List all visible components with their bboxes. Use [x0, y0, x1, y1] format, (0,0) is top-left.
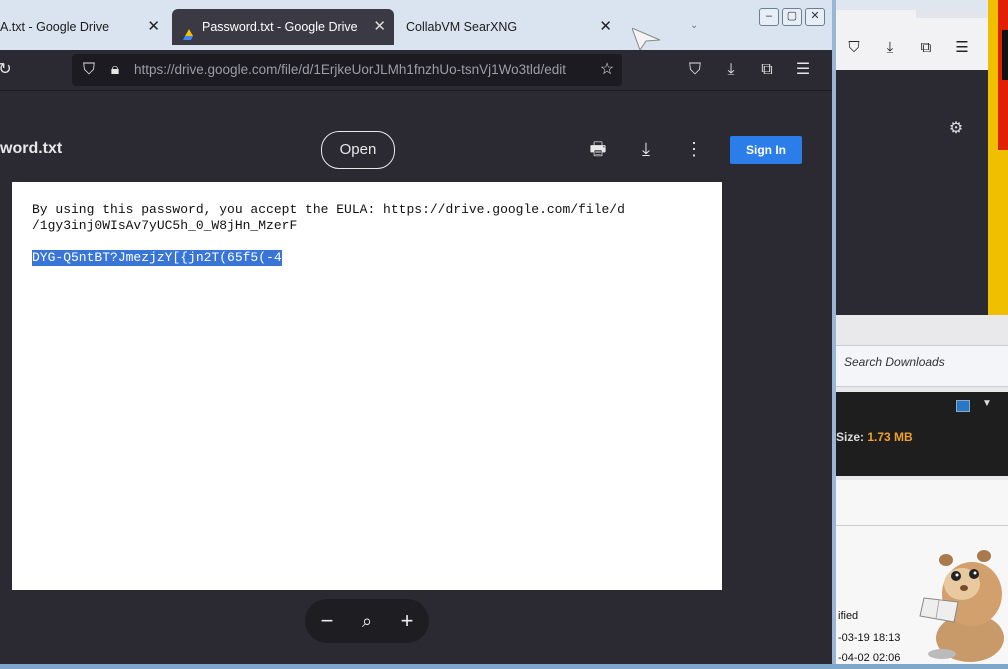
zoom-reset-icon[interactable]: ⌕: [353, 607, 381, 635]
navigation-bar: ↻ ⛉ 🔒︎ https://drive.google.com/file/d/1…: [0, 50, 832, 90]
tab-close-icon[interactable]: ✕: [373, 9, 386, 45]
pocket-icon[interactable]: ⛉: [684, 59, 706, 81]
password-text-selected[interactable]: DYG-Q5ntBT?JmezjzY[{jn2T(65f5(-4: [32, 250, 282, 266]
tab-password-txt[interactable]: Password.txt - Google Drive ✕: [172, 9, 394, 45]
pocket-icon[interactable]: ⛉: [844, 38, 864, 58]
eula-line-2: /1gy3inj0WIsAv7yUC5h_0_W8jHn_MzerF: [32, 218, 298, 233]
download-meta-panel: ▼ Size: 1.73 MB: [836, 392, 1008, 476]
download-icon[interactable]: ⤓: [880, 38, 900, 58]
tab-label: Password.txt - Google Drive: [202, 20, 358, 34]
tab-strip: A.txt - Google Drive ✕ Password.txt - Go…: [0, 0, 832, 50]
tab-close-icon[interactable]: ✕: [599, 9, 612, 45]
dropdown-arrow-icon[interactable]: ▼: [982, 398, 992, 409]
download-icon[interactable]: ⤓: [634, 137, 658, 161]
tab-collabvm-searxng[interactable]: CollabVM SearXNG ✕: [398, 9, 620, 45]
document-text: By using this password, you accept the E…: [32, 202, 625, 234]
tab-label: A.txt - Google Drive: [0, 20, 110, 34]
url-bar[interactable]: ⛉ 🔒︎ https://drive.google.com/file/d/1Er…: [72, 54, 622, 86]
menu-icon[interactable]: ☰: [792, 59, 814, 81]
browser-window: A.txt - Google Drive ✕ Password.txt - Go…: [0, 0, 836, 664]
tab-a-txt[interactable]: A.txt - Google Drive ✕: [0, 9, 168, 45]
mouse-cursor-icon: [631, 27, 662, 52]
document-page: By using this password, you accept the E…: [12, 182, 722, 590]
reload-icon[interactable]: ↻: [0, 59, 16, 81]
bookmark-star-icon[interactable]: ☆: [596, 59, 618, 81]
extensions-icon[interactable]: ⧉: [756, 59, 778, 81]
zoom-out-button[interactable]: −: [313, 607, 341, 635]
close-window-button[interactable]: ✕: [805, 8, 825, 26]
minimize-button[interactable]: –: [759, 8, 779, 26]
size-value: 1.73 MB: [867, 430, 913, 444]
status-square-icon: [956, 400, 970, 412]
zoom-controls: − ⌕ +: [305, 599, 429, 643]
row1-date: -03-19 18:13: [838, 632, 901, 644]
row2-date: -04-02 02:06: [838, 652, 901, 664]
size-label: Size:: [836, 430, 865, 444]
maximize-button[interactable]: ▢: [782, 8, 802, 26]
menu-icon[interactable]: ☰: [952, 38, 972, 58]
document-title: word.txt: [0, 140, 63, 157]
shield-icon[interactable]: ⛉: [78, 59, 100, 81]
search-downloads-field[interactable]: Search Downloads: [836, 345, 1008, 387]
google-drive-icon: [182, 20, 196, 40]
bg-toolbar: ⛉ ⤓ ⧉ ☰: [828, 10, 1008, 71]
url-text: https://drive.google.com/file/d/1ErjkeUo…: [134, 62, 566, 77]
bg-titlebar: [828, 0, 1008, 10]
lock-icon[interactable]: 🔒︎: [104, 59, 126, 81]
bg-dark-panel: ⚙: [836, 70, 1008, 315]
tab-list-chevron-icon[interactable]: ⌄: [690, 20, 698, 31]
tab-close-icon[interactable]: ✕: [147, 9, 160, 45]
open-button[interactable]: Open: [321, 131, 395, 169]
table-header-modified: ified: [838, 610, 859, 622]
sign-in-button[interactable]: Sign In: [730, 136, 802, 164]
download-icon[interactable]: ⤓: [720, 59, 742, 81]
hamster-mascot-image: [918, 542, 1008, 664]
settings-gear-icon[interactable]: ⚙: [946, 118, 966, 138]
size-readout: Size: 1.73 MB: [836, 430, 913, 444]
eula-line-1: By using this password, you accept the E…: [32, 202, 625, 217]
tab-label: CollabVM SearXNG: [406, 20, 518, 34]
bg-image-strip: [988, 0, 1008, 315]
more-options-icon[interactable]: ⋮: [682, 137, 706, 161]
print-icon[interactable]: 🖶︎: [586, 137, 610, 161]
zoom-in-button[interactable]: +: [393, 607, 421, 635]
extensions-icon[interactable]: ⧉: [916, 38, 936, 58]
search-downloads-placeholder: Search Downloads: [844, 355, 945, 369]
drive-header: word.txt Open 🖶︎ ⤓ ⋮ Sign In: [0, 120, 832, 180]
